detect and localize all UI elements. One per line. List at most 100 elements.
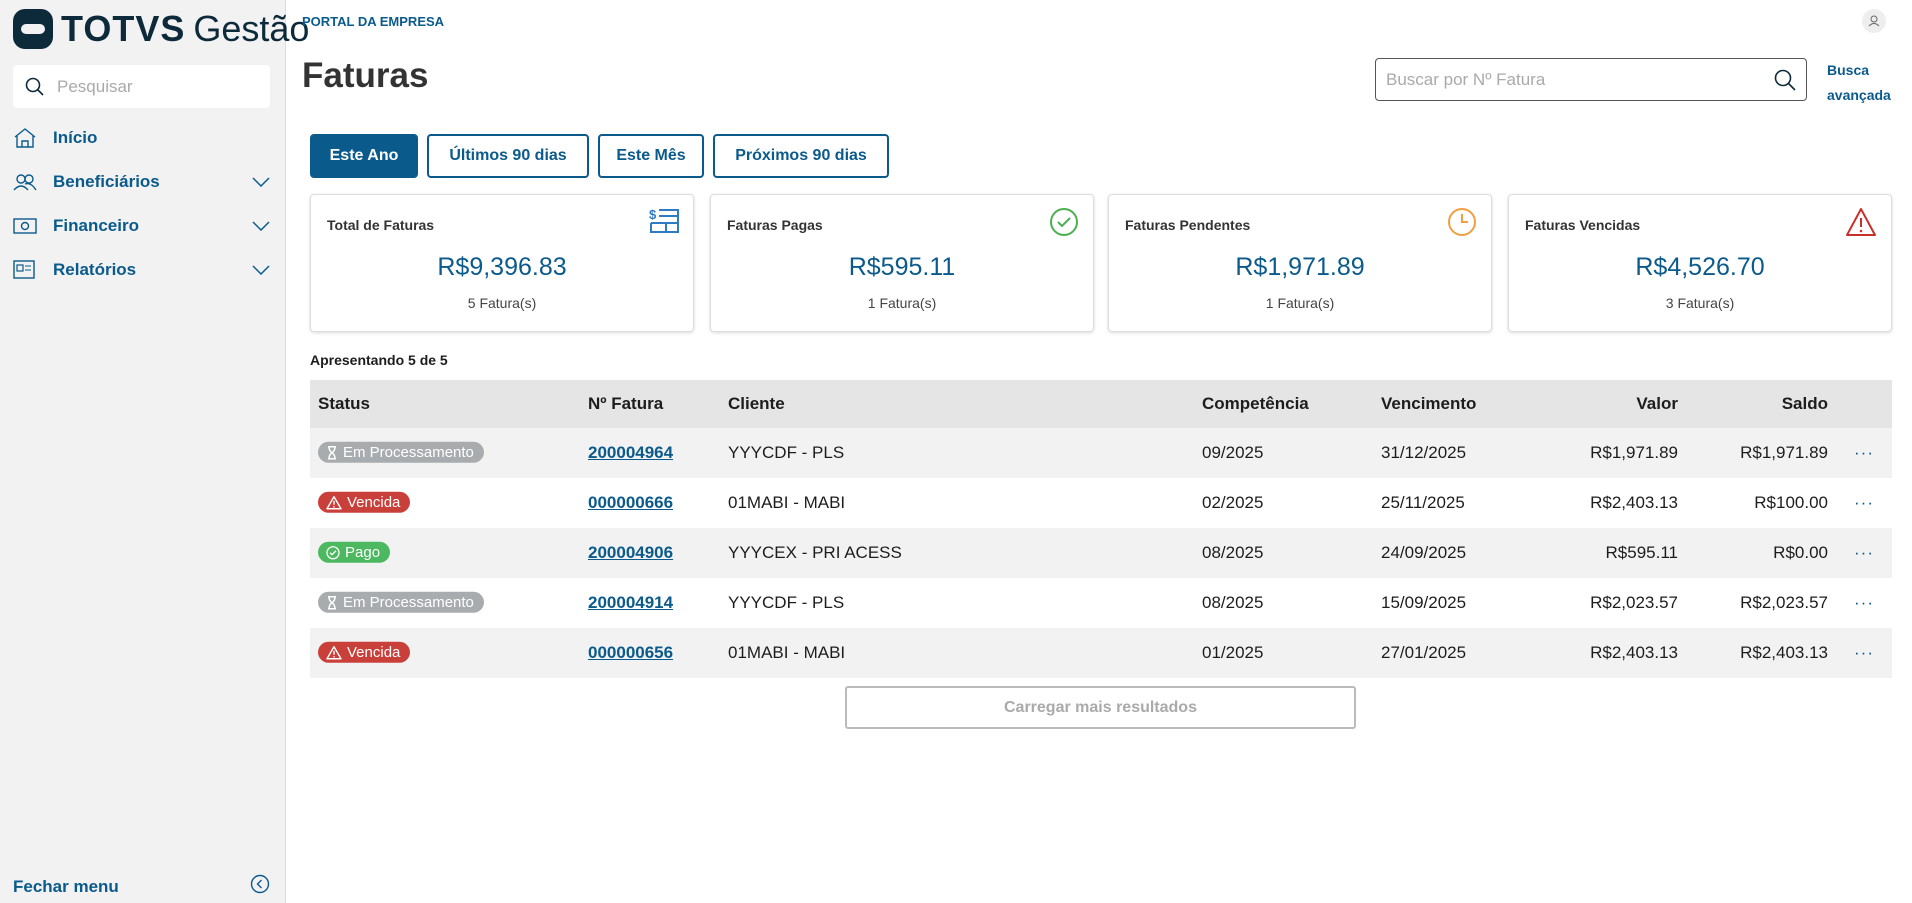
header-fatura[interactable]: Nº Fatura — [588, 394, 663, 414]
results-summary: Apresentando 5 de 5 — [310, 352, 448, 368]
close-menu-label: Fechar menu — [13, 876, 119, 896]
more-actions-icon[interactable]: ··· — [1854, 643, 1874, 663]
sidebar-item-label: Financeiro — [53, 216, 139, 235]
cliente-cell: YYYCDF - PLS — [728, 443, 845, 462]
status-label: Em Processamento — [343, 443, 474, 461]
header-saldo[interactable]: Saldo — [1782, 394, 1828, 414]
card-faturas-pendentes: Faturas Pendentes R$1,971.89 1 Fatura(s) — [1108, 194, 1492, 332]
page-title: Faturas — [302, 56, 429, 95]
valor-cell: R$2,023.57 — [1590, 593, 1678, 612]
advanced-search-label: avançada — [1827, 87, 1891, 103]
status-cell: Em Processamento — [318, 441, 484, 465]
filter-proximos-90-dias[interactable]: Próximos 90 dias — [713, 134, 889, 178]
card-count: 3 Fatura(s) — [1665, 295, 1735, 311]
user-avatar[interactable] — [1862, 9, 1886, 33]
invoice-number-link[interactable]: 200004906 — [588, 543, 673, 562]
filter-ultimos-90-dias[interactable]: Últimos 90 dias — [427, 134, 589, 178]
status-cell: Pago — [318, 541, 391, 565]
user-icon — [1868, 15, 1880, 27]
valor-cell: R$2,403.13 — [1590, 643, 1678, 662]
table-header: Status Nº Fatura Cliente Competência Ven… — [310, 380, 1892, 428]
status-label: Vencida — [347, 493, 401, 511]
more-actions-icon[interactable]: ··· — [1854, 543, 1874, 563]
card-value: R$1,971.89 — [1235, 253, 1365, 281]
card-value: R$9,396.83 — [437, 253, 567, 281]
more-actions-icon[interactable]: ··· — [1854, 443, 1874, 463]
advanced-search-label: Busca — [1827, 62, 1870, 78]
chevron-down-icon — [252, 260, 270, 280]
cliente-cell: YYYCDF - PLS — [728, 593, 845, 612]
status-label: Pago — [345, 543, 381, 561]
filter-este-ano[interactable]: Este Ano — [310, 134, 418, 178]
header-valor[interactable]: Valor — [1636, 394, 1678, 414]
logo-brand: TOTVS — [61, 8, 186, 49]
invoice-number-link[interactable]: 200004964 — [588, 443, 673, 462]
card-count: 1 Fatura(s) — [1265, 295, 1335, 311]
invoice-number-link[interactable]: 200004914 — [588, 593, 673, 612]
filter-este-mes[interactable]: Este Mês — [598, 134, 704, 178]
load-more-button[interactable]: Carregar mais resultados — [845, 686, 1356, 729]
close-menu-button[interactable]: Fechar menu — [13, 874, 270, 899]
check-circle-icon — [1049, 207, 1079, 242]
status-badge: Em Processamento — [318, 591, 484, 613]
status-cell: Vencida — [318, 491, 411, 515]
vencimento-cell: 24/09/2025 — [1381, 543, 1467, 562]
saldo-cell: R$2,023.57 — [1740, 593, 1828, 612]
vencimento-cell: 25/11/2025 — [1381, 493, 1465, 512]
sidebar-item-beneficiarios[interactable]: Beneficiários — [13, 164, 270, 200]
vencimento-cell: 15/09/2025 — [1381, 593, 1467, 612]
sidebar-item-relatorios[interactable]: Relatórios — [13, 252, 270, 288]
sidebar-item-financeiro[interactable]: Financeiro — [13, 208, 270, 244]
fatura-cell: 200004906 — [588, 543, 673, 563]
card-label: Faturas Pendentes — [1125, 217, 1251, 233]
saldo-cell: R$100.00 — [1754, 493, 1828, 512]
card-value: R$595.11 — [848, 253, 956, 281]
valor-cell: R$595.11 — [1605, 543, 1678, 562]
search-icon[interactable] — [1774, 69, 1796, 91]
portal-link[interactable]: PORTAL DA EMPRESA — [302, 14, 444, 29]
invoice-number-link[interactable]: 000000656 — [588, 643, 673, 662]
hourglass-icon — [328, 595, 336, 609]
chevron-down-icon — [252, 172, 270, 192]
svg-text:$: $ — [649, 207, 657, 222]
card-label: Faturas Vencidas — [1525, 217, 1641, 233]
table-row: Vencida 000000666 01MABI - MABI 02/2025 … — [310, 478, 1892, 528]
fatura-cell: 200004914 — [588, 593, 673, 613]
invoice-search-input[interactable]: Buscar por Nº Fatura — [1375, 58, 1807, 101]
more-actions-icon[interactable]: ··· — [1854, 593, 1874, 613]
sidebar-search-input[interactable]: Pesquisar — [13, 65, 270, 108]
sidebar: TOTVS Gestão Pesquisar Início Beneficiár… — [0, 0, 309, 903]
competencia-cell: 01/2025 — [1202, 643, 1264, 662]
card-value: R$4,526.70 — [1635, 253, 1765, 281]
money-icon — [13, 218, 39, 234]
card-count: 1 Fatura(s) — [867, 295, 937, 311]
invoices-table: Status Nº Fatura Cliente Competência Ven… — [310, 380, 1892, 678]
table-row: Em Processamento 200004914 YYYCDF - PLS … — [310, 578, 1892, 628]
valor-cell: R$1,971.89 — [1590, 443, 1678, 462]
invoice-number-link[interactable]: 000000666 — [588, 493, 673, 512]
totvs-logo: TOTVS Gestão — [13, 8, 309, 50]
advanced-search-link[interactable]: Busca avançada — [1827, 58, 1891, 108]
header-competencia[interactable]: Competência — [1202, 394, 1309, 414]
chevron-down-icon — [252, 216, 270, 236]
chevron-left-circle-icon — [250, 874, 270, 899]
saldo-cell: R$1,971.89 — [1740, 443, 1828, 462]
header-cliente[interactable]: Cliente — [728, 394, 785, 414]
warning-icon — [326, 495, 342, 509]
card-total-faturas: Total de Faturas $ R$9,396.83 5 Fatura(s… — [310, 194, 694, 332]
fatura-cell: 000000656 — [588, 643, 673, 663]
cliente-cell: YYYCEX - PRI ACESS — [728, 543, 902, 562]
saldo-cell: R$0.00 — [1773, 543, 1828, 562]
status-badge: Em Processamento — [318, 441, 484, 463]
users-icon — [13, 172, 39, 192]
more-actions-icon[interactable]: ··· — [1854, 493, 1874, 513]
fatura-cell: 000000666 — [588, 493, 673, 513]
sidebar-item-label: Relatórios — [53, 260, 137, 279]
header-vencimento[interactable]: Vencimento — [1381, 394, 1476, 414]
fatura-cell: 200004964 — [588, 443, 673, 463]
search-placeholder: Pesquisar — [57, 76, 133, 96]
logo-icon — [13, 9, 53, 49]
card-label: Faturas Pagas — [727, 217, 823, 233]
sidebar-item-inicio[interactable]: Início — [13, 120, 270, 156]
header-status[interactable]: Status — [318, 394, 370, 414]
